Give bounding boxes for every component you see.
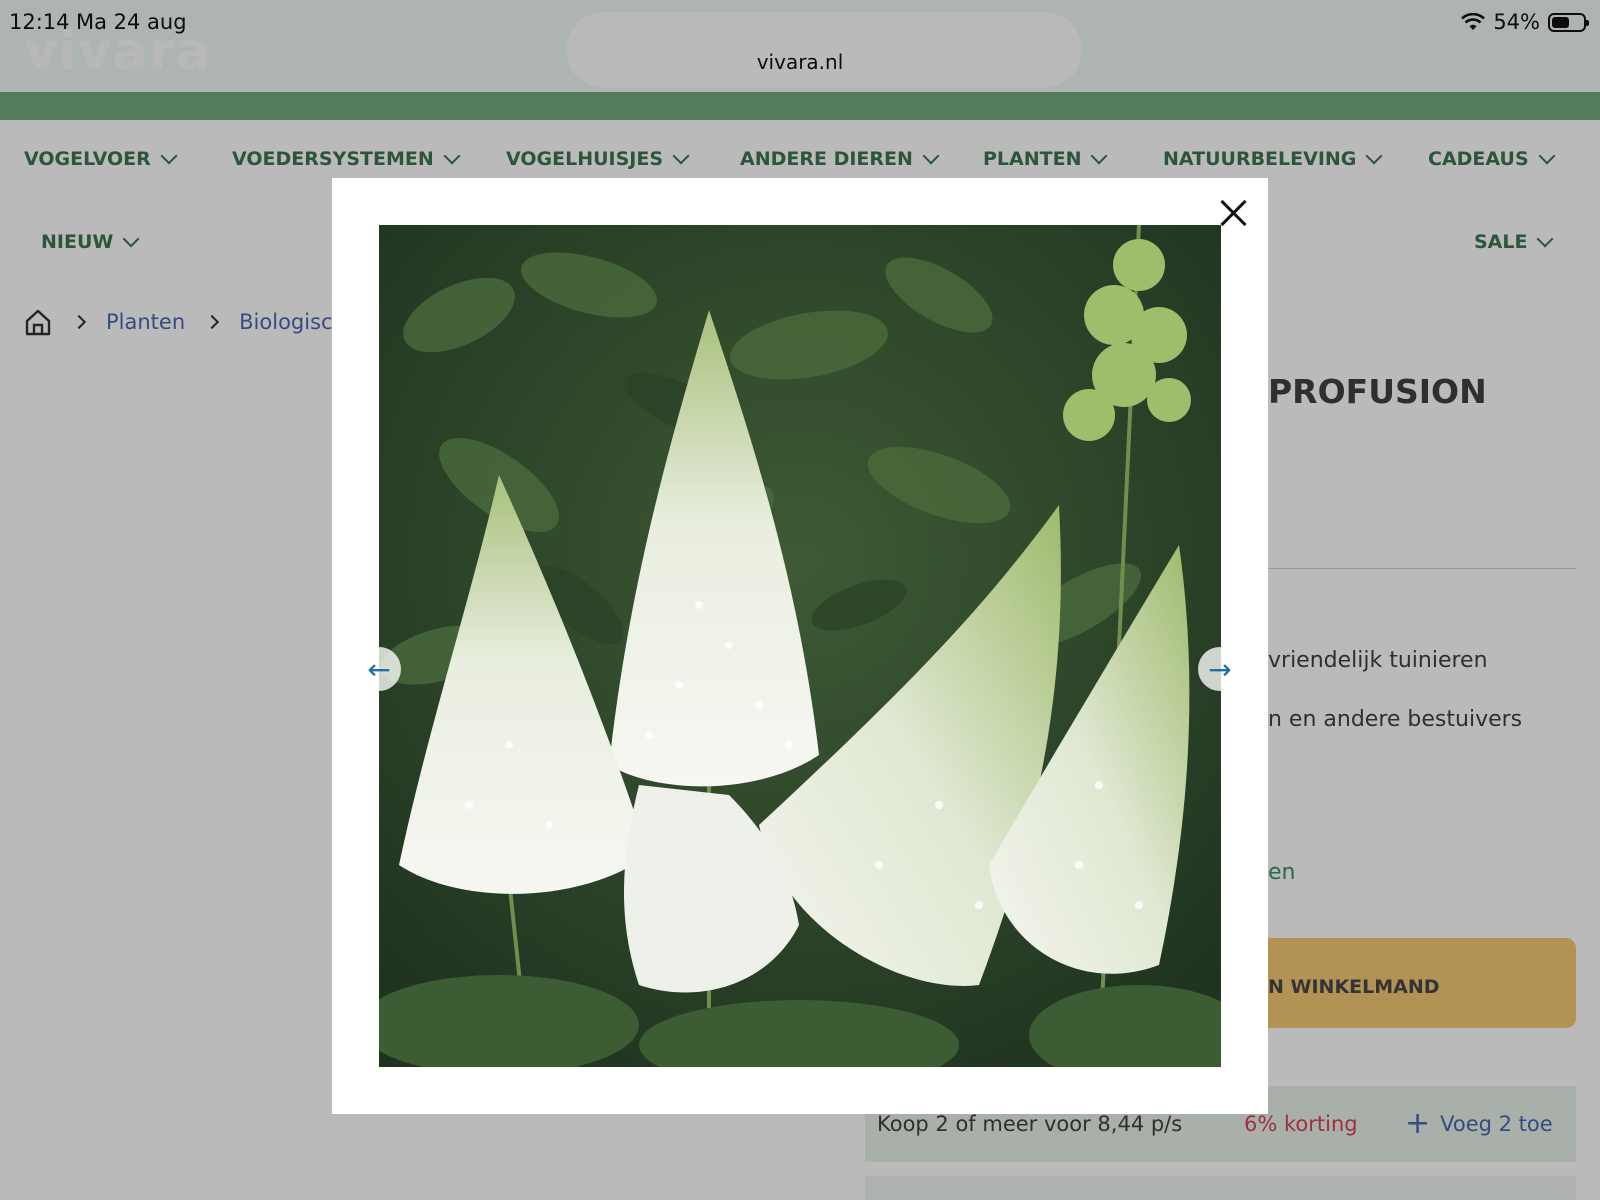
arrow-left-icon[interactable]: ←: [357, 647, 401, 691]
close-icon[interactable]: [1216, 196, 1250, 230]
product-photo-white-buddleja: [379, 225, 1221, 1067]
arrow-right-icon[interactable]: →: [1198, 647, 1242, 691]
image-lightbox: ← →: [332, 178, 1268, 1114]
product-image: [379, 225, 1221, 1067]
